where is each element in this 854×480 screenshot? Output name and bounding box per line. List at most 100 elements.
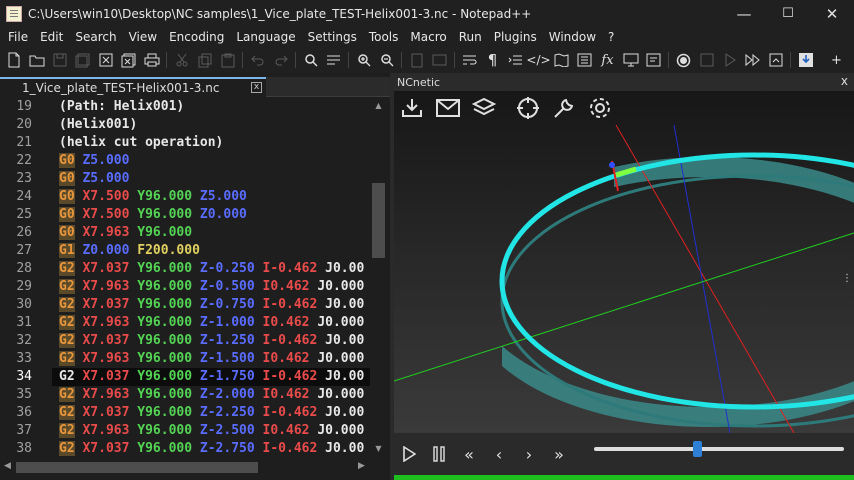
menu-search[interactable]: Search bbox=[69, 30, 122, 44]
code-line[interactable]: G0 Z5.000 bbox=[52, 170, 370, 188]
horizontal-scroll-thumb[interactable] bbox=[16, 462, 258, 473]
menu-language[interactable]: Language bbox=[230, 30, 301, 44]
minimize-button[interactable]: — bbox=[722, 0, 766, 27]
code-line[interactable]: G2 X7.963 Y96.000 Z-0.500 I0.462 J0.000 bbox=[52, 278, 370, 296]
mail-icon[interactable] bbox=[430, 93, 466, 123]
code-line[interactable]: (Helix001) bbox=[52, 116, 370, 134]
find-icon[interactable] bbox=[299, 49, 322, 71]
monitor-icon[interactable] bbox=[619, 49, 642, 71]
code-line[interactable]: G2 X7.037 Y96.000 Z-1.750 I-0.462 J0.00 bbox=[52, 368, 370, 386]
code-line[interactable]: G2 X7.037 Y96.000 Z-1.250 I-0.462 J0.00 bbox=[52, 332, 370, 350]
timeline-slider-handle[interactable] bbox=[692, 441, 702, 457]
menu-file[interactable]: File bbox=[2, 30, 34, 44]
code-line[interactable]: G2 X7.963 Y96.000 Z-2.500 I0.462 J0.000 bbox=[52, 422, 370, 440]
document-map-icon[interactable] bbox=[550, 49, 573, 71]
menu-tools[interactable]: Tools bbox=[363, 30, 405, 44]
print-icon[interactable] bbox=[140, 49, 163, 71]
undo-icon[interactable] bbox=[246, 49, 269, 71]
vertical-scrollbar[interactable]: ▲ ▼ bbox=[370, 98, 387, 458]
menu-plugins[interactable]: Plugins bbox=[488, 30, 543, 44]
menu-window[interactable]: Window bbox=[543, 30, 602, 44]
maximize-button[interactable]: ☐ bbox=[766, 0, 810, 27]
sync-horizontal-icon[interactable] bbox=[428, 49, 451, 71]
code-line[interactable]: G2 X7.037 Y96.000 Z-2.250 I-0.462 J0.00 bbox=[52, 404, 370, 422]
code-line[interactable]: G2 X7.963 Y96.000 Z-1.000 I0.462 J0.000 bbox=[52, 314, 370, 332]
code-line[interactable]: (helix cut operation) bbox=[52, 134, 370, 152]
tab-close-icon[interactable]: x bbox=[251, 82, 262, 93]
code-area[interactable]: (Path: Helix001) (Helix001) (helix cut ope… bbox=[52, 98, 370, 458]
paste-icon[interactable] bbox=[216, 49, 239, 71]
rewind-icon[interactable]: « bbox=[454, 439, 484, 469]
layers-icon[interactable] bbox=[466, 93, 502, 123]
zoom-out-icon[interactable] bbox=[375, 49, 398, 71]
code-line[interactable]: G2 X7.963 Y96.000 Z-2.000 I0.462 J0.000 bbox=[52, 386, 370, 404]
redo-icon[interactable] bbox=[269, 49, 292, 71]
wrench-icon[interactable] bbox=[546, 93, 582, 123]
close-file-icon[interactable] bbox=[94, 49, 117, 71]
pause-icon[interactable] bbox=[424, 439, 454, 469]
new-file-icon[interactable] bbox=[2, 49, 25, 71]
close-button[interactable]: ✕ bbox=[810, 0, 854, 27]
gear-icon[interactable] bbox=[582, 93, 618, 123]
menu-edit[interactable]: Edit bbox=[34, 30, 69, 44]
function-list-icon[interactable] bbox=[573, 49, 596, 71]
stop-macro-icon[interactable] bbox=[695, 49, 718, 71]
word-wrap-icon[interactable] bbox=[458, 49, 481, 71]
record-macro-icon[interactable] bbox=[672, 49, 695, 71]
cut-icon[interactable] bbox=[170, 49, 193, 71]
panel-close-button[interactable]: x bbox=[841, 74, 848, 88]
menu-settings[interactable]: Settings bbox=[302, 30, 363, 44]
close-all-icon[interactable] bbox=[117, 49, 140, 71]
tab-file[interactable]: 1_Vice_plate_TEST-Helix001-3.nc x bbox=[0, 77, 266, 97]
replace-icon[interactable] bbox=[322, 49, 345, 71]
code-line[interactable]: G0 Z5.000 bbox=[52, 152, 370, 170]
vertical-scroll-thumb[interactable] bbox=[372, 183, 385, 258]
scroll-up-arrow-icon[interactable]: ▲ bbox=[373, 101, 384, 112]
sync-vertical-icon[interactable] bbox=[405, 49, 428, 71]
3d-viewport[interactable]: ⋮ bbox=[394, 91, 854, 433]
horizontal-scrollbar[interactable]: ◀ ▶ bbox=[0, 459, 387, 476]
code-line[interactable]: G0 X7.500 Y96.000 Z5.000 bbox=[52, 188, 370, 206]
code-line[interactable]: G0 X7.500 Y96.000 Z0.000 bbox=[52, 206, 370, 224]
play-icon[interactable] bbox=[394, 439, 424, 469]
save-all-icon[interactable] bbox=[71, 49, 94, 71]
scroll-left-arrow-icon[interactable]: ◀ bbox=[4, 461, 11, 471]
run-macro-multiple-icon[interactable] bbox=[741, 49, 764, 71]
code-line[interactable]: G1 Z0.000 F200.000 bbox=[52, 242, 370, 260]
download-icon[interactable] bbox=[394, 93, 430, 123]
show-all-chars-icon[interactable]: ¶ bbox=[481, 49, 504, 71]
code-line[interactable]: G2 X7.037 Y96.000 Z-0.250 I-0.462 J0.00 bbox=[52, 260, 370, 278]
open-folder-icon[interactable] bbox=[25, 49, 48, 71]
menu-encoding[interactable]: Encoding bbox=[163, 30, 230, 44]
fast-forward-icon[interactable]: » bbox=[544, 439, 574, 469]
zoom-in-icon[interactable] bbox=[352, 49, 375, 71]
function-icon[interactable]: fx bbox=[596, 49, 619, 71]
folder-workspace-icon[interactable] bbox=[642, 49, 665, 71]
menu-macro[interactable]: Macro bbox=[404, 30, 452, 44]
step-back-icon[interactable]: ‹ bbox=[484, 439, 514, 469]
udl-icon[interactable]: </> bbox=[526, 49, 550, 71]
code-line[interactable]: G2 X7.963 Y96.000 Z-1.500 I0.462 J0.000 bbox=[52, 350, 370, 368]
timeline-slider[interactable] bbox=[594, 441, 844, 457]
code-line[interactable]: G2 X7.037 Y96.000 Z-0.750 I-0.462 J0.00 bbox=[52, 296, 370, 314]
save-macro-icon[interactable] bbox=[764, 49, 787, 71]
plugin-ncnetic-icon[interactable] bbox=[794, 49, 817, 71]
toolbar-more-icon[interactable]: + bbox=[825, 49, 848, 71]
step-forward-icon[interactable]: › bbox=[514, 439, 544, 469]
code-line[interactable]: G0 X7.963 Y96.000 bbox=[52, 224, 370, 242]
code-line[interactable]: (Path: Helix001) bbox=[52, 98, 370, 116]
play-macro-icon[interactable] bbox=[718, 49, 741, 71]
save-icon[interactable] bbox=[48, 49, 71, 71]
copy-icon[interactable] bbox=[193, 49, 216, 71]
menu-help[interactable]: ? bbox=[602, 30, 620, 44]
code-line[interactable]: G2 X7.037 Y96.000 Z-2.750 I-0.462 J0.00 bbox=[52, 440, 370, 458]
scroll-down-arrow-icon[interactable]: ▼ bbox=[373, 444, 384, 455]
resize-handle-icon[interactable]: ⋮ bbox=[842, 273, 852, 284]
crosshair-icon[interactable] bbox=[510, 93, 546, 123]
indent-guide-icon[interactable] bbox=[504, 49, 527, 71]
menu-run[interactable]: Run bbox=[453, 30, 488, 44]
scroll-right-arrow-icon[interactable]: ▶ bbox=[358, 461, 365, 471]
menu-view[interactable]: View bbox=[123, 30, 163, 44]
